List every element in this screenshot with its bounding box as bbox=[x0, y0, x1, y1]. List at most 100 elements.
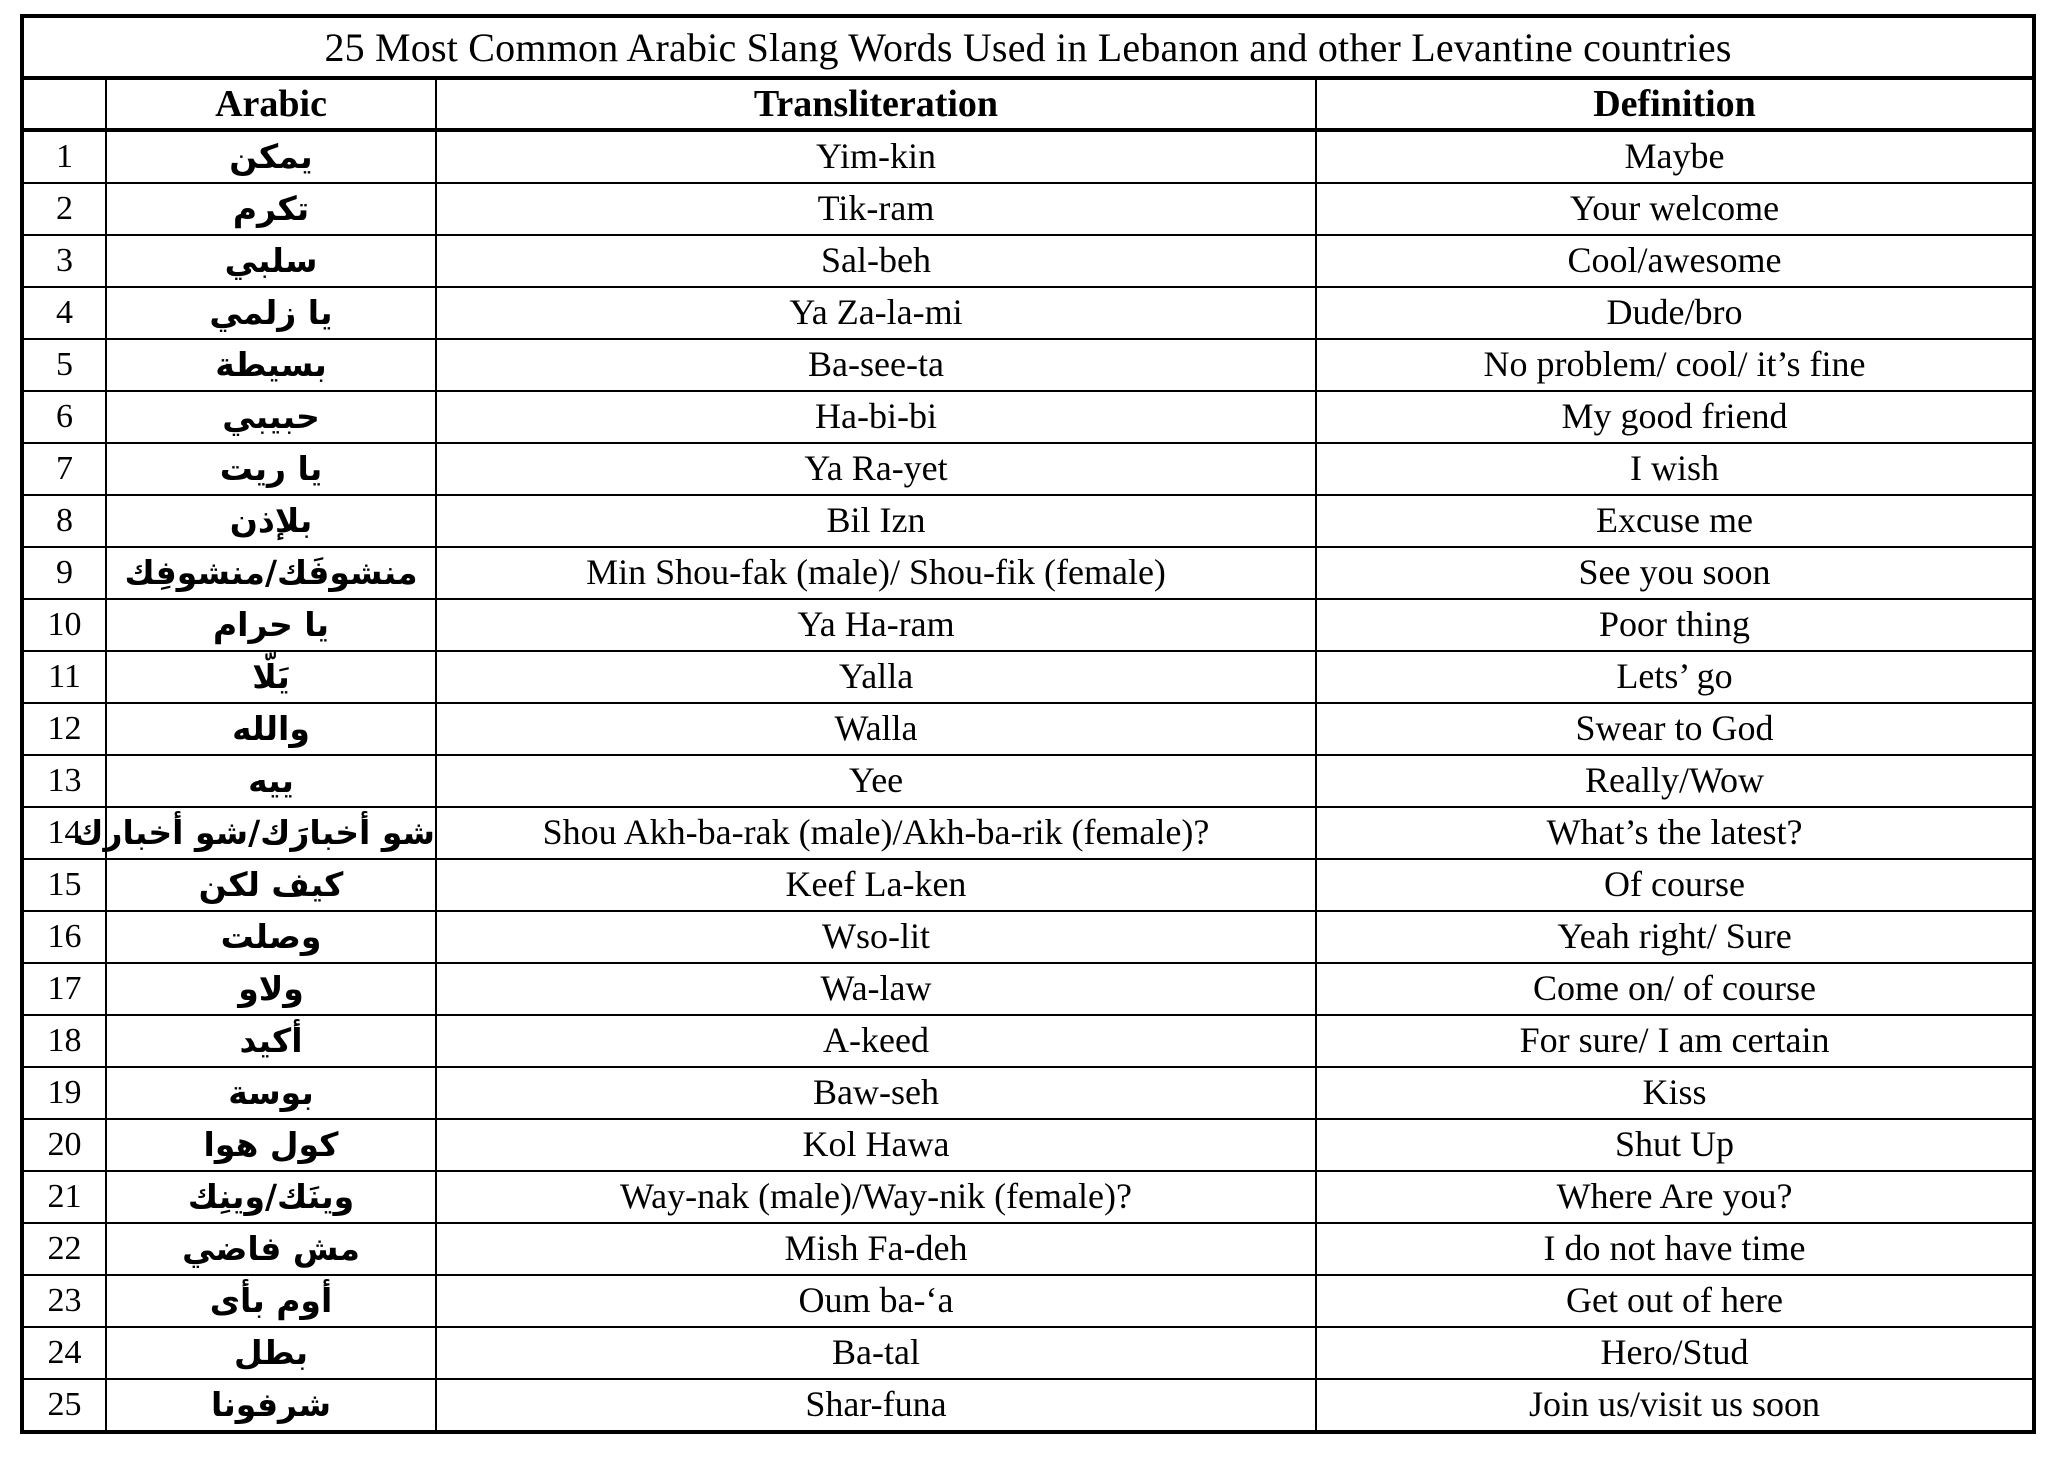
document-page: 25 Most Common Arabic Slang Words Used i… bbox=[0, 0, 2052, 1457]
arabic-word-cell: شرفونا bbox=[105, 1378, 437, 1433]
table-row: 24 بطل Ba-tal Hero/Stud bbox=[21, 1326, 2036, 1380]
row-number-cell: 4 bbox=[21, 286, 107, 340]
arabic-word-cell: أوم بأى bbox=[105, 1274, 437, 1328]
arabic-word-cell: وصلت bbox=[105, 910, 437, 964]
transliteration-cell: Ha-bi-bi bbox=[435, 390, 1317, 444]
table-row: 2 تكرم Tik-ram Your welcome bbox=[21, 182, 2036, 236]
row-number-cell: 16 bbox=[21, 910, 107, 964]
transliteration-cell: Walla bbox=[435, 702, 1317, 756]
arabic-word-cell: يا زلمي bbox=[105, 286, 437, 340]
arabic-word-cell: والله bbox=[105, 702, 437, 756]
transliteration-cell: A-keed bbox=[435, 1014, 1317, 1068]
definition-cell: For sure/ I am certain bbox=[1314, 1014, 2036, 1068]
table-row: 1 يمكن Yim-kin Maybe bbox=[21, 129, 2036, 184]
row-number-cell: 13 bbox=[21, 754, 107, 808]
page-title: 25 Most Common Arabic Slang Words Used i… bbox=[20, 15, 2036, 80]
table-row: 22 مش فاضي Mish Fa-deh I do not have time bbox=[21, 1222, 2036, 1276]
table-row: 5 بسيطة Ba-see-ta No problem/ cool/ it’s fi… bbox=[21, 338, 2036, 392]
transliteration-cell: Yalla bbox=[435, 650, 1317, 704]
transliteration-cell: Yee bbox=[435, 754, 1317, 808]
definition-cell: Where Are you? bbox=[1314, 1170, 2036, 1224]
column-header-definition: Definition bbox=[1314, 77, 2036, 132]
table-row: 6 حبيبي Ha-bi-bi My good friend bbox=[21, 390, 2036, 444]
table-row: 12 والله Walla Swear to God bbox=[21, 702, 2036, 756]
definition-cell: No problem/ cool/ it’s fine bbox=[1314, 338, 2036, 392]
table-row: 25 شرفونا Shar-funa Join us/visit us soon bbox=[21, 1378, 2036, 1433]
table-title-row: 25 Most Common Arabic Slang Words Used i… bbox=[20, 15, 2036, 80]
definition-cell: What’s the latest? bbox=[1314, 806, 2036, 860]
transliteration-cell: Mish Fa-deh bbox=[435, 1222, 1317, 1276]
definition-cell: Hero/Stud bbox=[1314, 1326, 2036, 1380]
definition-cell: Join us/visit us soon bbox=[1314, 1378, 2036, 1433]
row-number-cell: 23 bbox=[21, 1274, 107, 1328]
arabic-word-cell: ييه bbox=[105, 754, 437, 808]
arabic-word-cell: بوسة bbox=[105, 1066, 437, 1120]
transliteration-cell: Wa-law bbox=[435, 962, 1317, 1016]
definition-cell: My good friend bbox=[1314, 390, 2036, 444]
transliteration-cell: Ya Za-la-mi bbox=[435, 286, 1317, 340]
transliteration-cell: Kol Hawa bbox=[435, 1118, 1317, 1172]
arabic-word-cell: تكرم bbox=[105, 182, 437, 236]
row-number-cell: 25 bbox=[21, 1378, 107, 1433]
arabic-word-cell: حبيبي bbox=[105, 390, 437, 444]
column-header-number bbox=[21, 77, 107, 132]
table-row: 7 يا ريت Ya Ra-yet I wish bbox=[21, 442, 2036, 496]
row-number-cell: 5 bbox=[21, 338, 107, 392]
definition-cell: I do not have time bbox=[1314, 1222, 2036, 1276]
table-row: 9 منشوفَك/منشوفِك Min Shou-fak (male)/ Sho… bbox=[21, 546, 2036, 600]
transliteration-cell: Ba-see-ta bbox=[435, 338, 1317, 392]
definition-cell: Lets’ go bbox=[1314, 650, 2036, 704]
definition-cell: Kiss bbox=[1314, 1066, 2036, 1120]
transliteration-cell: Baw-seh bbox=[435, 1066, 1317, 1120]
transliteration-cell: Min Shou-fak (male)/ Shou-fik (female) bbox=[435, 546, 1317, 600]
transliteration-cell: Oum ba-‘a bbox=[435, 1274, 1317, 1328]
definition-cell: Of course bbox=[1314, 858, 2036, 912]
arabic-word-cell: بسيطة bbox=[105, 338, 437, 392]
table-row: 11 يَلّا Yalla Lets’ go bbox=[21, 650, 2036, 704]
definition-cell: Poor thing bbox=[1314, 598, 2036, 652]
transliteration-cell: Keef La-ken bbox=[435, 858, 1317, 912]
table-row: 17 ولاو Wa-law Come on/ of course bbox=[21, 962, 2036, 1016]
row-number-cell: 9 bbox=[21, 546, 107, 600]
arabic-word-cell: يا حرام bbox=[105, 598, 437, 652]
table-row: 16 وصلت Wso-lit Yeah right/ Sure bbox=[21, 910, 2036, 964]
row-number-cell: 18 bbox=[21, 1014, 107, 1068]
row-number-cell: 11 bbox=[21, 650, 107, 704]
table-row: 15 كيف لكن Keef La-ken Of course bbox=[21, 858, 2036, 912]
arabic-word-cell: يَلّا bbox=[105, 650, 437, 704]
transliteration-cell: Yim-kin bbox=[435, 129, 1317, 184]
table-row: 23 أوم بأى Oum ba-‘a Get out of here bbox=[21, 1274, 2036, 1328]
table-row: 3 سلبي Sal-beh Cool/awesome bbox=[21, 234, 2036, 288]
definition-cell: Your welcome bbox=[1314, 182, 2036, 236]
transliteration-cell: Tik-ram bbox=[435, 182, 1317, 236]
arabic-word-cell: بلإذن bbox=[105, 494, 437, 548]
arabic-word-cell: كول هوا bbox=[105, 1118, 437, 1172]
column-header-transliteration: Transliteration bbox=[435, 77, 1317, 132]
column-header-arabic: Arabic bbox=[105, 77, 437, 132]
definition-cell: Shut Up bbox=[1314, 1118, 2036, 1172]
row-number-cell: 3 bbox=[21, 234, 107, 288]
row-number-cell: 1 bbox=[21, 129, 107, 184]
transliteration-cell: Shou Akh-ba-rak (male)/Akh-ba-rik (femal… bbox=[435, 806, 1317, 860]
row-number-cell: 19 bbox=[21, 1066, 107, 1120]
row-number-cell: 12 bbox=[21, 702, 107, 756]
transliteration-cell: Sal-beh bbox=[435, 234, 1317, 288]
transliteration-cell: Bil Izn bbox=[435, 494, 1317, 548]
arabic-word-cell: بطل bbox=[105, 1326, 437, 1380]
table-header-row: Arabic Transliteration Definition bbox=[21, 77, 2036, 132]
table-row: 19 بوسة Baw-seh Kiss bbox=[21, 1066, 2036, 1120]
table-row: 18 أكيد A-keed For sure/ I am certain bbox=[21, 1014, 2036, 1068]
row-number-cell: 21 bbox=[21, 1170, 107, 1224]
transliteration-cell: Ba-tal bbox=[435, 1326, 1317, 1380]
table-row: 13 ييه Yee Really/Wow bbox=[21, 754, 2036, 808]
row-number-cell: 10 bbox=[21, 598, 107, 652]
arabic-word-cell: منشوفَك/منشوفِك bbox=[105, 546, 437, 600]
definition-cell: Cool/awesome bbox=[1314, 234, 2036, 288]
definition-cell: See you soon bbox=[1314, 546, 2036, 600]
row-number-cell: 20 bbox=[21, 1118, 107, 1172]
table-row: 8 بلإذن Bil Izn Excuse me bbox=[21, 494, 2036, 548]
table-row: 10 يا حرام Ya Ha-ram Poor thing bbox=[21, 598, 2036, 652]
row-number-cell: 17 bbox=[21, 962, 107, 1016]
table-row: 4 يا زلمي Ya Za-la-mi Dude/bro bbox=[21, 286, 2036, 340]
arabic-word-cell: كيف لكن bbox=[105, 858, 437, 912]
